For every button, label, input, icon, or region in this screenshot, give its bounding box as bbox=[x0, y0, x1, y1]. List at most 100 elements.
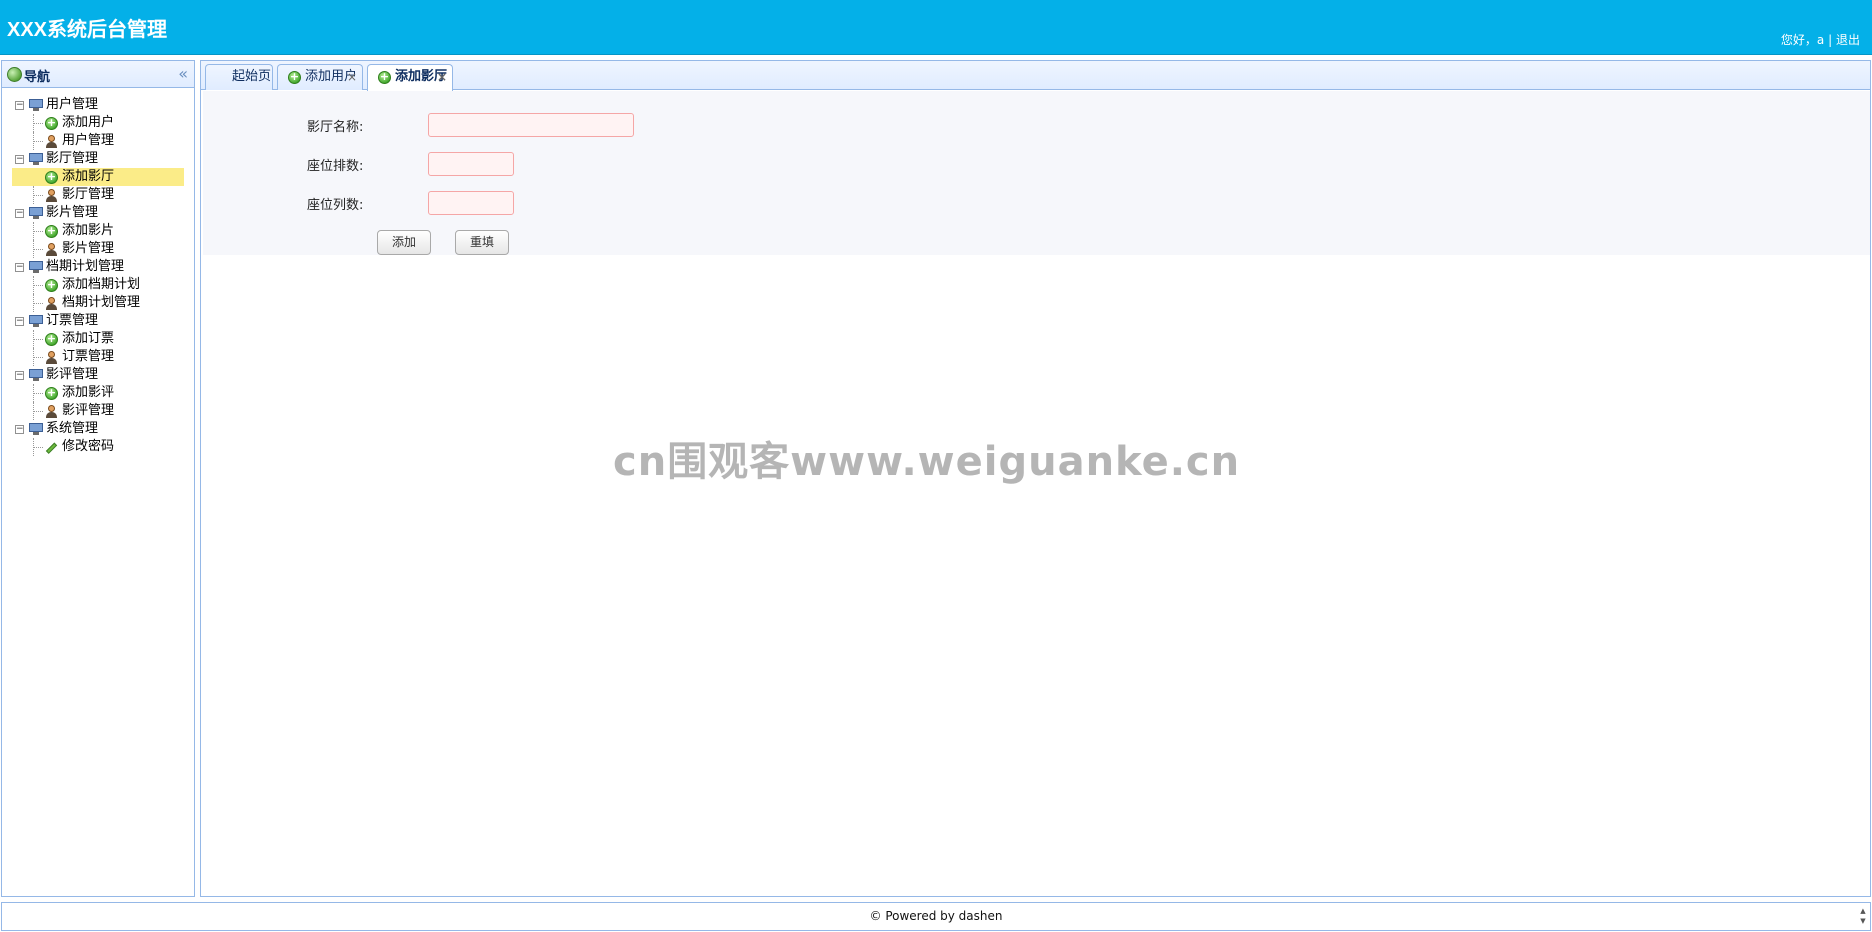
add-icon: + bbox=[45, 224, 58, 238]
nav-item-label: 修改密码 bbox=[62, 439, 115, 454]
cols-input[interactable] bbox=[428, 191, 514, 215]
nav-panel: 导航 « − 用户管理 + 添加用户 用户管理 − 影厅管理 + 添加影厅 影厅管理 − 影片管理 + 添… bbox=[1, 60, 195, 897]
close-icon[interactable]: × bbox=[347, 65, 357, 89]
nav-group-label: 档期计划管理 bbox=[46, 259, 125, 274]
add-icon: + bbox=[288, 70, 301, 84]
folder-icon bbox=[29, 153, 43, 165]
nav-group[interactable]: − 订票管理 bbox=[2, 312, 194, 330]
folder-icon bbox=[29, 99, 43, 111]
nav-item-label: 影厅管理 bbox=[62, 187, 115, 202]
nav-group[interactable]: − 影厅管理 bbox=[2, 150, 194, 168]
folder-icon bbox=[29, 369, 43, 381]
nav-item[interactable]: 影厅管理 bbox=[2, 186, 194, 204]
nav-item[interactable]: + 添加影厅 bbox=[12, 168, 184, 186]
rows-row: 座位排数: bbox=[203, 152, 803, 176]
app-title: XXX系统后台管理 bbox=[7, 19, 168, 41]
close-icon[interactable]: × bbox=[437, 65, 447, 89]
rows-input[interactable] bbox=[428, 152, 514, 176]
nav-item[interactable]: 影评管理 bbox=[2, 402, 194, 420]
nav-item[interactable]: + 添加影评 bbox=[2, 384, 194, 402]
collapse-toggle-icon[interactable]: − bbox=[15, 371, 24, 380]
nav-item[interactable]: 档期计划管理 bbox=[2, 294, 194, 312]
nav-item-label: 档期计划管理 bbox=[62, 295, 141, 310]
nav-item[interactable]: 订票管理 bbox=[2, 348, 194, 366]
folder-icon bbox=[29, 207, 43, 219]
nav-group[interactable]: − 影片管理 bbox=[2, 204, 194, 222]
nav-group-label: 用户管理 bbox=[46, 97, 99, 112]
reset-button[interactable]: 重填 bbox=[455, 230, 509, 255]
hall-name-label: 影厅名称: bbox=[307, 120, 364, 135]
separator: | bbox=[1828, 33, 1833, 47]
nav-item-label: 添加影厅 bbox=[62, 169, 115, 184]
add-icon: + bbox=[45, 278, 58, 292]
nav-group[interactable]: − 档期计划管理 bbox=[2, 258, 194, 276]
nav-item[interactable]: + 添加用户 bbox=[2, 114, 194, 132]
add-button[interactable]: 添加 bbox=[377, 230, 431, 255]
collapse-icon[interactable]: « bbox=[178, 64, 188, 83]
greeting-text: 您好，a bbox=[1780, 33, 1825, 47]
nav-tree: − 用户管理 + 添加用户 用户管理 − 影厅管理 + 添加影厅 影厅管理 − 影片管理 + 添加影片 影片… bbox=[2, 88, 194, 456]
tab[interactable]: + 添加用户 × bbox=[277, 64, 363, 90]
add-hall-form: 影厅名称: 座位排数: 座位列数: 添加 重填 bbox=[203, 91, 1870, 255]
nav-group-label: 影厅管理 bbox=[46, 151, 99, 166]
nav-item[interactable]: 影片管理 bbox=[2, 240, 194, 258]
add-icon: + bbox=[45, 116, 58, 130]
nav-item[interactable]: 修改密码 bbox=[2, 438, 194, 456]
collapse-toggle-icon[interactable]: − bbox=[15, 425, 24, 434]
nav-item-label: 影片管理 bbox=[62, 241, 115, 256]
folder-icon bbox=[29, 315, 43, 327]
user-icon bbox=[45, 405, 58, 418]
nav-group[interactable]: − 系统管理 bbox=[2, 420, 194, 438]
hall-name-row: 影厅名称: bbox=[203, 113, 803, 137]
add-icon: + bbox=[45, 170, 58, 184]
nav-panel-header: 导航 « bbox=[2, 61, 194, 88]
nav-item-label: 订票管理 bbox=[62, 349, 115, 364]
tab-label: 起始页 bbox=[232, 69, 272, 84]
user-area: 您好，a | 退出 bbox=[1781, 31, 1860, 48]
nav-item-label: 添加用户 bbox=[62, 115, 115, 130]
add-icon: + bbox=[378, 70, 391, 84]
user-icon bbox=[45, 243, 58, 256]
cols-label: 座位列数: bbox=[307, 198, 364, 213]
user-icon bbox=[45, 135, 58, 148]
nav-group-label: 订票管理 bbox=[46, 313, 99, 328]
nav-item-label: 添加影评 bbox=[62, 385, 115, 400]
collapse-toggle-icon[interactable]: − bbox=[15, 263, 24, 272]
footer: © Powered by dashen ▲ ▼ bbox=[1, 902, 1871, 931]
hall-name-input[interactable] bbox=[428, 113, 634, 137]
nav-group-label: 影片管理 bbox=[46, 205, 99, 220]
nav-item[interactable]: 用户管理 bbox=[2, 132, 194, 150]
user-icon bbox=[45, 189, 58, 202]
nav-item[interactable]: + 添加影片 bbox=[2, 222, 194, 240]
nav-item-label: 添加档期计划 bbox=[62, 277, 141, 292]
logout-link[interactable]: 退出 bbox=[1836, 33, 1860, 47]
pencil-icon bbox=[42, 438, 60, 456]
watermark-text: cn围观客www.weiguanke.cn bbox=[613, 439, 1241, 485]
globe-icon bbox=[7, 67, 22, 82]
nav-title: 导航 bbox=[24, 70, 51, 85]
app-header: XXX系统后台管理 您好，a | 退出 bbox=[0, 0, 1872, 55]
nav-group[interactable]: − 影评管理 bbox=[2, 366, 194, 384]
folder-icon bbox=[29, 423, 43, 435]
add-icon: + bbox=[45, 386, 58, 400]
nav-item[interactable]: + 添加订票 bbox=[2, 330, 194, 348]
user-icon bbox=[45, 297, 58, 310]
nav-item[interactable]: + 添加档期计划 bbox=[2, 276, 194, 294]
footer-scrollbar[interactable]: ▲ ▼ bbox=[1858, 906, 1868, 928]
tab[interactable]: + 添加影厅 × bbox=[367, 64, 453, 91]
nav-group-label: 影评管理 bbox=[46, 367, 99, 382]
collapse-toggle-icon[interactable]: − bbox=[15, 155, 24, 164]
nav-group[interactable]: − 用户管理 bbox=[2, 96, 194, 114]
collapse-toggle-icon[interactable]: − bbox=[15, 209, 24, 218]
nav-item-label: 用户管理 bbox=[62, 133, 115, 148]
nav-group-label: 系统管理 bbox=[46, 421, 99, 436]
collapse-toggle-icon[interactable]: − bbox=[15, 101, 24, 110]
main-panel: 起始页 + 添加用户 × + 添加影厅 × 影厅名称: 座位排数: 座位列数: 添加 重填 … bbox=[200, 60, 1871, 897]
nav-item-label: 添加影片 bbox=[62, 223, 115, 238]
tab[interactable]: 起始页 bbox=[205, 64, 273, 90]
nav-item-label: 添加订票 bbox=[62, 331, 115, 346]
tab-bar: 起始页 + 添加用户 × + 添加影厅 × bbox=[201, 61, 1870, 91]
user-icon bbox=[45, 351, 58, 364]
collapse-toggle-icon[interactable]: − bbox=[15, 317, 24, 326]
cols-row: 座位列数: bbox=[203, 191, 803, 215]
